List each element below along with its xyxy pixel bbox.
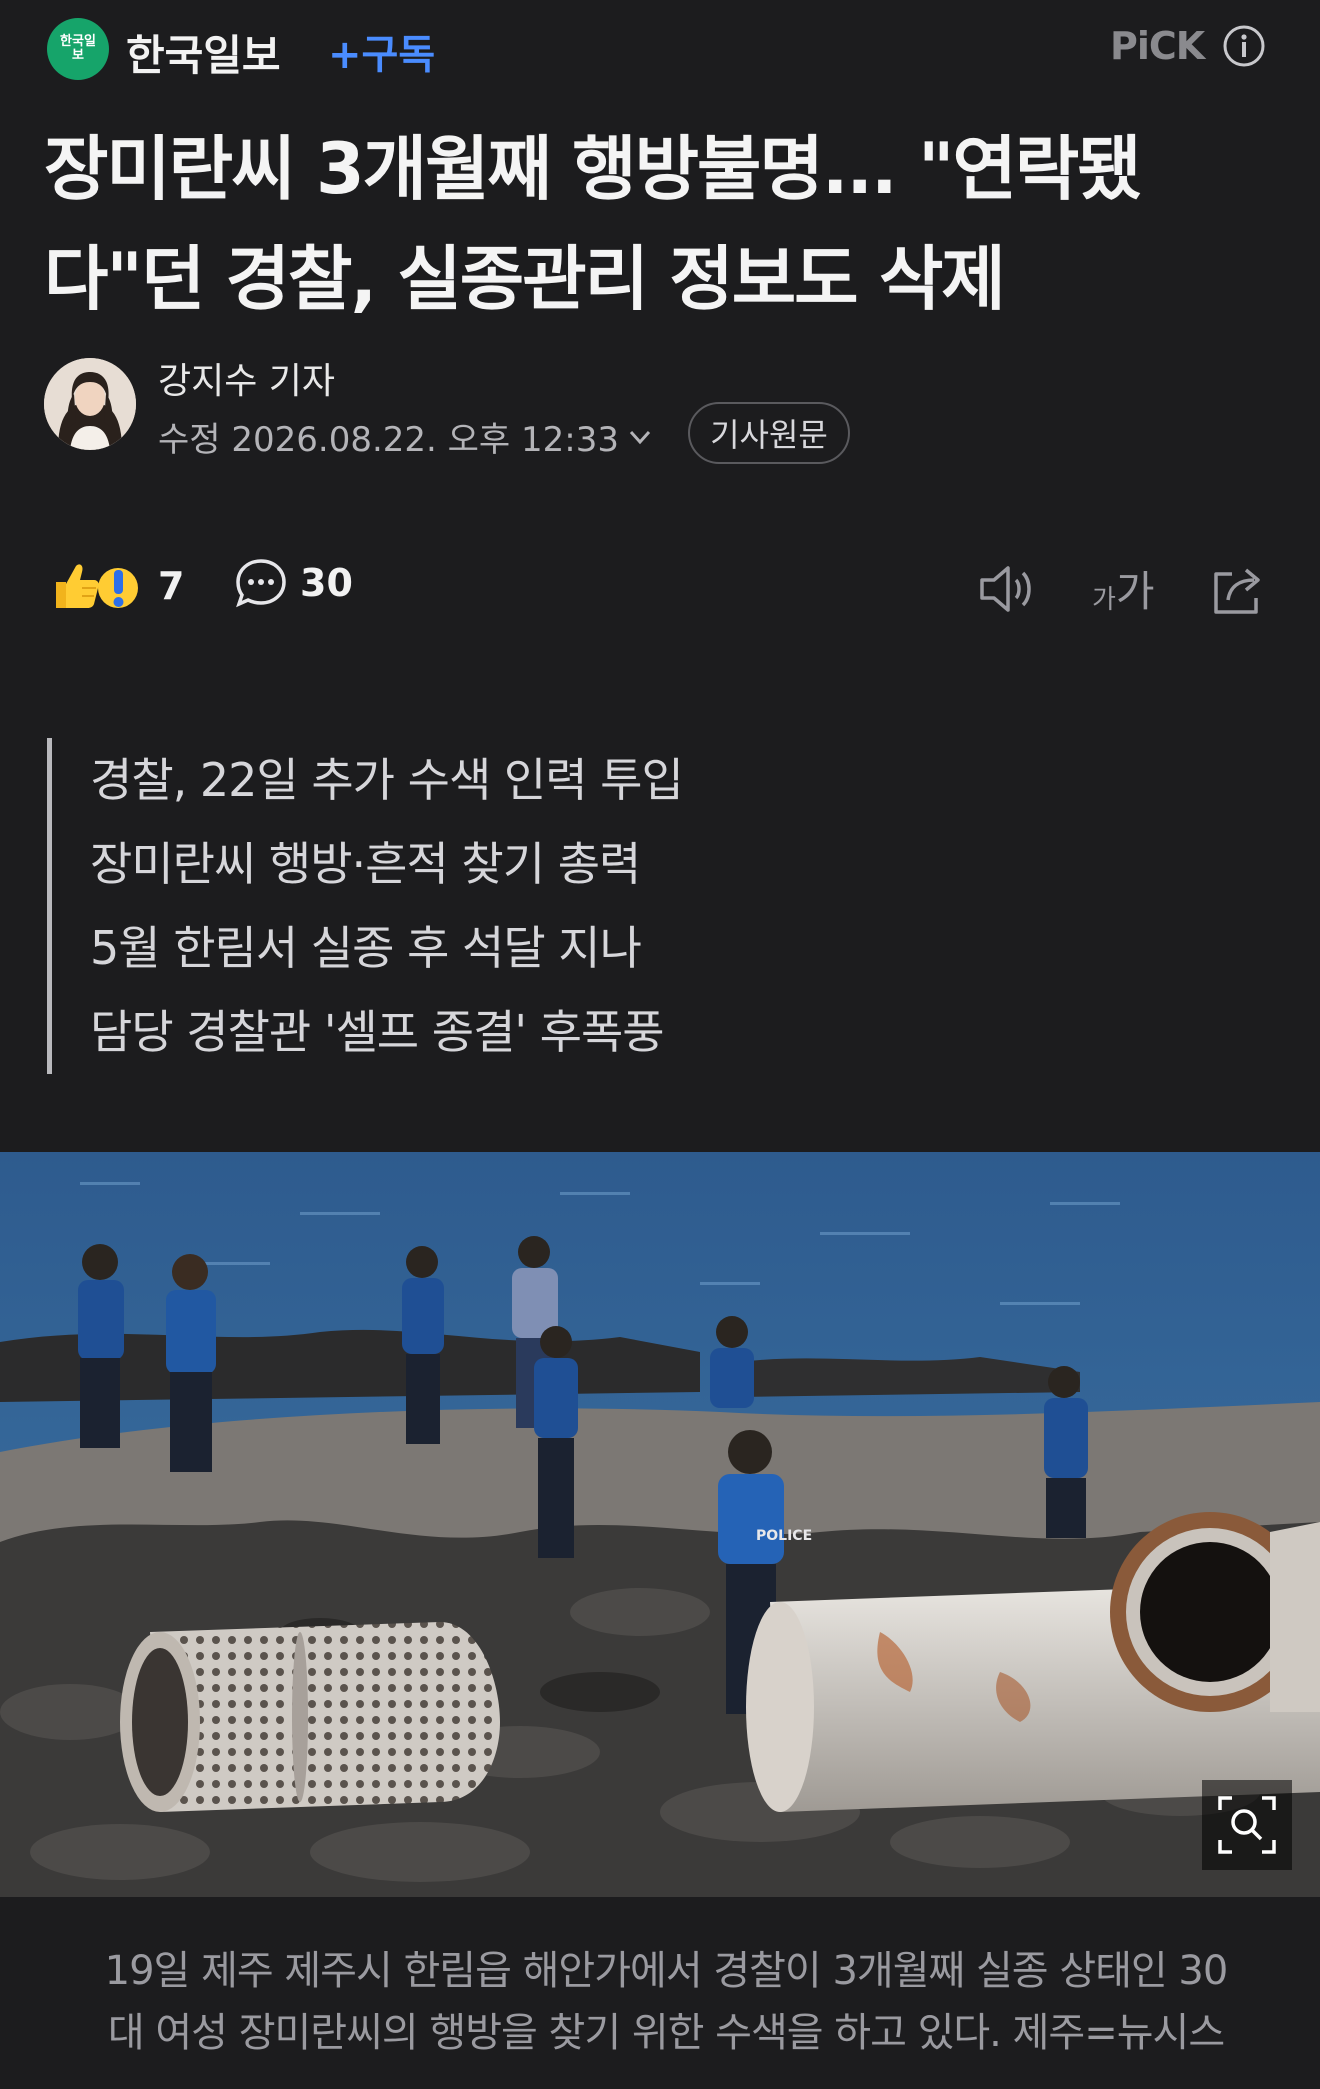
- author-name[interactable]: 강지수 기자: [158, 352, 335, 404]
- subscribe-button[interactable]: +구독: [328, 22, 435, 80]
- summary-line: 담당 경찰관 '셀프 종결' 후폭풍: [90, 1005, 665, 1059]
- reaction-count: 7: [158, 564, 185, 608]
- author-avatar[interactable]: [44, 358, 136, 450]
- summary-line: 경찰, 22일 추가 수색 인력 투입: [90, 753, 684, 807]
- comment-button[interactable]: 30: [234, 556, 353, 610]
- speaker-icon[interactable]: [976, 560, 1036, 618]
- press-name[interactable]: 한국일보: [126, 22, 281, 83]
- caption-line-1: 19일 제주 제주시 한림읍 해안가에서 경찰이 3개월째 실종 상태인 30: [104, 1948, 1229, 1994]
- photo-zoom-button[interactable]: [1202, 1780, 1292, 1870]
- article-headline: 장미란씨 3개월째 행방불명... "연락됐 다"던 경찰, 실종관리 정보도 …: [44, 114, 1284, 334]
- info-icon[interactable]: [1222, 24, 1266, 68]
- caption-line-2: 대 여성 장미란씨의 행방을 찾기 위한 수색을 하고 있다. 제주=뉴시스: [107, 2010, 1225, 2056]
- headline-line-1: 장미란씨 3개월째 행방불명... "연락됐: [44, 128, 1142, 210]
- reaction-summary[interactable]: 7: [50, 558, 184, 614]
- exclamation-emoji-icon: [98, 568, 138, 608]
- timestamp-text: 수정 2026.08.22. 오후 12:33: [158, 420, 620, 460]
- comment-icon: [236, 559, 286, 608]
- original-article-button[interactable]: 기사원문: [688, 402, 850, 464]
- font-size-large-label: 가: [1115, 567, 1155, 616]
- pick-badge: PiCK: [1110, 24, 1205, 68]
- summary-line: 장미란씨 행방·흔적 찾기 총력: [90, 837, 641, 891]
- police-vest-text: POLICE: [756, 1528, 812, 1544]
- font-size-icon[interactable]: 가 가: [1092, 562, 1155, 616]
- summary-line: 5월 한림서 실종 후 석달 지나: [90, 921, 642, 975]
- press-logo[interactable]: 한국일보: [47, 18, 109, 80]
- press-logo-text: 한국일보: [60, 34, 96, 63]
- top-bar: 한국일보 한국일보 +구독 PiCK: [0, 0, 1320, 100]
- article-photo[interactable]: POLICE: [0, 1152, 1320, 1897]
- chevron-down-icon: [629, 430, 651, 444]
- zoom-search-icon: [1218, 1796, 1276, 1854]
- article-timestamp[interactable]: 수정 2026.08.22. 오후 12:33: [158, 412, 655, 461]
- coastal-search-photo: POLICE: [0, 1152, 1320, 1897]
- article-summary: 경찰, 22일 추가 수색 인력 투입 장미란씨 행방·흔적 찾기 총력 5월 …: [47, 738, 947, 1074]
- photo-caption: 19일 제주 제주시 한림읍 해안가에서 경찰이 3개월째 실종 상태인 30 …: [56, 1940, 1276, 2064]
- font-size-small-label: 가: [1092, 585, 1116, 615]
- headline-line-2: 다"던 경찰, 실종관리 정보도 삭제: [44, 238, 1006, 320]
- share-icon[interactable]: [1208, 560, 1268, 618]
- comment-count: 30: [300, 561, 353, 605]
